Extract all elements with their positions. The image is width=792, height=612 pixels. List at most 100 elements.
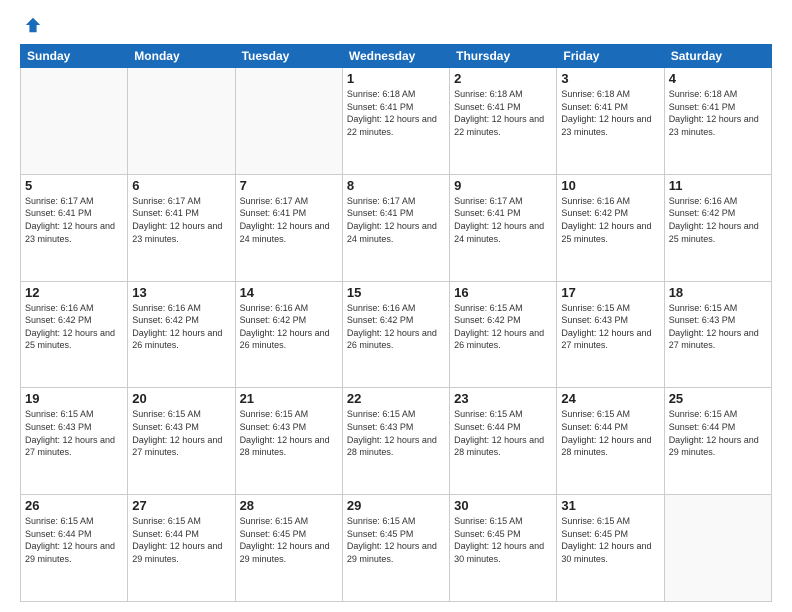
cell-info: Sunrise: 6:15 AM Sunset: 6:43 PM Dayligh… [669,302,767,352]
day-number: 17 [561,285,659,300]
day-header-monday: Monday [128,45,235,68]
cell-info: Sunrise: 6:15 AM Sunset: 6:43 PM Dayligh… [132,408,230,458]
calendar-cell [128,68,235,175]
day-header-saturday: Saturday [664,45,771,68]
cell-info: Sunrise: 6:15 AM Sunset: 6:45 PM Dayligh… [240,515,338,565]
calendar-cell: 25 Sunrise: 6:15 AM Sunset: 6:44 PM Dayli… [664,388,771,495]
day-number: 24 [561,391,659,406]
calendar-cell: 15 Sunrise: 6:16 AM Sunset: 6:42 PM Dayli… [342,281,449,388]
calendar-cell: 8 Sunrise: 6:17 AM Sunset: 6:41 PM Daylig… [342,174,449,281]
cell-info: Sunrise: 6:15 AM Sunset: 6:44 PM Dayligh… [25,515,123,565]
logo-icon [24,16,42,34]
day-number: 29 [347,498,445,513]
calendar-cell: 27 Sunrise: 6:15 AM Sunset: 6:44 PM Dayli… [128,495,235,602]
day-header-thursday: Thursday [450,45,557,68]
cell-info: Sunrise: 6:15 AM Sunset: 6:43 PM Dayligh… [25,408,123,458]
day-number: 26 [25,498,123,513]
cell-info: Sunrise: 6:15 AM Sunset: 6:45 PM Dayligh… [454,515,552,565]
calendar-cell: 21 Sunrise: 6:15 AM Sunset: 6:43 PM Dayli… [235,388,342,495]
calendar-cell: 12 Sunrise: 6:16 AM Sunset: 6:42 PM Dayli… [21,281,128,388]
calendar-cell: 17 Sunrise: 6:15 AM Sunset: 6:43 PM Dayli… [557,281,664,388]
day-number: 9 [454,178,552,193]
week-row-5: 26 Sunrise: 6:15 AM Sunset: 6:44 PM Dayli… [21,495,772,602]
calendar-cell: 30 Sunrise: 6:15 AM Sunset: 6:45 PM Dayli… [450,495,557,602]
week-row-1: 1 Sunrise: 6:18 AM Sunset: 6:41 PM Daylig… [21,68,772,175]
cell-info: Sunrise: 6:16 AM Sunset: 6:42 PM Dayligh… [669,195,767,245]
cell-info: Sunrise: 6:15 AM Sunset: 6:42 PM Dayligh… [454,302,552,352]
calendar-cell: 9Sunrise: 6:17 AM Sunset: 6:41 PM Daylig… [450,174,557,281]
calendar-cell [21,68,128,175]
calendar-table: SundayMondayTuesdayWednesdayThursdayFrid… [20,44,772,602]
day-header-friday: Friday [557,45,664,68]
day-number: 8 [347,178,445,193]
logo-text [20,16,42,34]
header [20,16,772,34]
day-header-wednesday: Wednesday [342,45,449,68]
day-number: 30 [454,498,552,513]
calendar-cell [235,68,342,175]
cell-info: Sunrise: 6:17 AM Sunset: 6:41 PM Dayligh… [132,195,230,245]
cell-info: Sunrise: 6:15 AM Sunset: 6:44 PM Dayligh… [132,515,230,565]
page: SundayMondayTuesdayWednesdayThursdayFrid… [0,0,792,612]
week-row-2: 5 Sunrise: 6:17 AM Sunset: 6:41 PM Daylig… [21,174,772,281]
calendar-cell: 7 Sunrise: 6:17 AM Sunset: 6:41 PM Daylig… [235,174,342,281]
cell-info: Sunrise: 6:15 AM Sunset: 6:45 PM Dayligh… [347,515,445,565]
calendar-cell: 5Sunrise: 6:17 AM Sunset: 6:41 PM Daylig… [21,174,128,281]
day-number: 23 [454,391,552,406]
cell-info: Sunrise: 6:16 AM Sunset: 6:42 PM Dayligh… [347,302,445,352]
calendar-cell: 4 Sunrise: 6:18 AM Sunset: 6:41 PM Daylig… [664,68,771,175]
day-number: 16 [454,285,552,300]
day-number: 1 [347,71,445,86]
calendar-cell: 19 Sunrise: 6:15 AM Sunset: 6:43 PM Dayli… [21,388,128,495]
cell-info: Sunrise: 6:15 AM Sunset: 6:43 PM Dayligh… [240,408,338,458]
day-number: 2 [454,71,552,86]
calendar-cell: 28 Sunrise: 6:15 AM Sunset: 6:45 PM Dayli… [235,495,342,602]
day-number: 5 [25,178,123,193]
calendar-cell: 11 Sunrise: 6:16 AM Sunset: 6:42 PM Dayli… [664,174,771,281]
cell-info: Sunrise: 6:16 AM Sunset: 6:42 PM Dayligh… [240,302,338,352]
cell-info: Sunrise: 6:18 AM Sunset: 6:41 PM Dayligh… [561,88,659,138]
cell-info: Sunrise: 6:16 AM Sunset: 6:42 PM Dayligh… [561,195,659,245]
calendar-cell: 13Sunrise: 6:16 AM Sunset: 6:42 PM Dayli… [128,281,235,388]
logo [20,16,42,34]
cell-info: Sunrise: 6:16 AM Sunset: 6:42 PM Dayligh… [25,302,123,352]
cell-info: Sunrise: 6:18 AM Sunset: 6:41 PM Dayligh… [669,88,767,138]
day-number: 11 [669,178,767,193]
calendar-cell: 24Sunrise: 6:15 AM Sunset: 6:44 PM Dayli… [557,388,664,495]
cell-info: Sunrise: 6:18 AM Sunset: 6:41 PM Dayligh… [347,88,445,138]
calendar-cell: 29 Sunrise: 6:15 AM Sunset: 6:45 PM Dayli… [342,495,449,602]
calendar-header-row: SundayMondayTuesdayWednesdayThursdayFrid… [21,45,772,68]
day-number: 12 [25,285,123,300]
calendar-cell: 22 Sunrise: 6:15 AM Sunset: 6:43 PM Dayli… [342,388,449,495]
day-number: 20 [132,391,230,406]
day-number: 19 [25,391,123,406]
day-number: 3 [561,71,659,86]
day-number: 31 [561,498,659,513]
day-number: 4 [669,71,767,86]
calendar-cell: 20 Sunrise: 6:15 AM Sunset: 6:43 PM Dayli… [128,388,235,495]
day-number: 10 [561,178,659,193]
cell-info: Sunrise: 6:15 AM Sunset: 6:44 PM Dayligh… [669,408,767,458]
cell-info: Sunrise: 6:17 AM Sunset: 6:41 PM Dayligh… [240,195,338,245]
day-number: 15 [347,285,445,300]
calendar-cell: 23 Sunrise: 6:15 AM Sunset: 6:44 PM Dayli… [450,388,557,495]
day-number: 27 [132,498,230,513]
calendar-cell: 31 Sunrise: 6:15 AM Sunset: 6:45 PM Dayli… [557,495,664,602]
cell-info: Sunrise: 6:15 AM Sunset: 6:45 PM Dayligh… [561,515,659,565]
cell-info: Sunrise: 6:15 AM Sunset: 6:43 PM Dayligh… [561,302,659,352]
day-number: 6 [132,178,230,193]
cell-info: Sunrise: 6:16 AM Sunset: 6:42 PM Dayligh… [132,302,230,352]
day-number: 25 [669,391,767,406]
calendar-cell: 3 Sunrise: 6:18 AM Sunset: 6:41 PM Daylig… [557,68,664,175]
cell-info: Sunrise: 6:15 AM Sunset: 6:44 PM Dayligh… [454,408,552,458]
calendar-cell: 2Sunrise: 6:18 AM Sunset: 6:41 PM Daylig… [450,68,557,175]
calendar-cell: 16 Sunrise: 6:15 AM Sunset: 6:42 PM Dayli… [450,281,557,388]
cell-info: Sunrise: 6:15 AM Sunset: 6:43 PM Dayligh… [347,408,445,458]
calendar-cell: 1 Sunrise: 6:18 AM Sunset: 6:41 PM Daylig… [342,68,449,175]
day-number: 22 [347,391,445,406]
day-number: 21 [240,391,338,406]
day-number: 28 [240,498,338,513]
cell-info: Sunrise: 6:17 AM Sunset: 6:41 PM Dayligh… [347,195,445,245]
week-row-3: 12 Sunrise: 6:16 AM Sunset: 6:42 PM Dayli… [21,281,772,388]
day-number: 7 [240,178,338,193]
